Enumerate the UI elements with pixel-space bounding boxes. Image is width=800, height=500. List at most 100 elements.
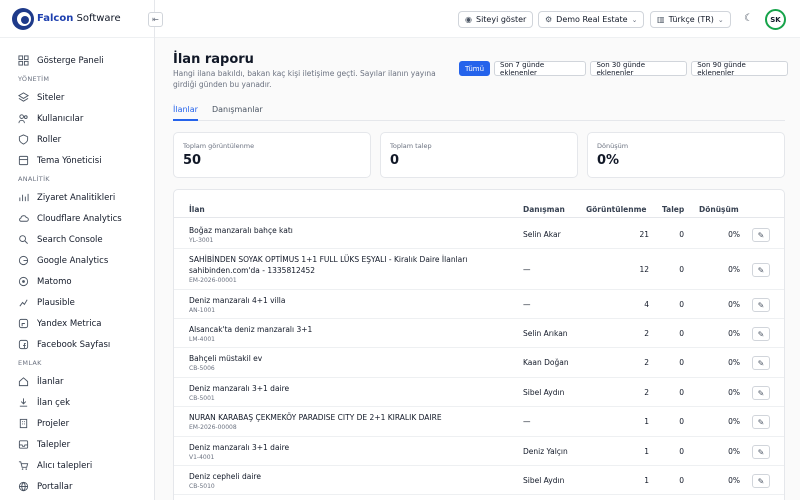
settings-icon: ⚙	[545, 15, 553, 24]
stat-card-views: Toplam görüntülenme 50	[173, 132, 371, 178]
dashboard-icon	[18, 55, 29, 66]
listing-cell[interactable]: Deniz manzaralı 3+1 daire V1-4001	[189, 442, 509, 462]
edit-button[interactable]: ✎	[752, 386, 770, 400]
filter-all-button[interactable]: Tümü	[459, 61, 491, 76]
listing-code: LM-4001	[189, 336, 215, 343]
tab-listings[interactable]: İlanlar	[173, 101, 198, 121]
conversion-cell: 0%	[728, 476, 740, 485]
sidebar-item[interactable]: Facebook Sayfası	[0, 334, 154, 355]
sidebar-item[interactable]: Alıcı talepleri	[0, 455, 154, 476]
listing-cell[interactable]: Deniz manzaralı 3+1 daire CB-5001	[189, 383, 509, 403]
edit-button[interactable]: ✎	[752, 356, 770, 370]
table-row[interactable]: Bahçeli müstakil ev CB-5006 Kaan Doğan 2…	[174, 348, 784, 378]
chevron-down-icon: ⌄	[631, 15, 638, 24]
tab-agents[interactable]: Danışmanlar	[212, 101, 263, 121]
falcon-logo-icon	[12, 7, 34, 30]
table-row[interactable]: SAHİBİNDEN SOYAK OPTİMUS 1+1 FULL LÜKS E…	[174, 249, 784, 290]
yandex-icon	[18, 318, 29, 329]
edit-button[interactable]: ✎	[752, 228, 770, 242]
cloud-icon	[18, 213, 29, 224]
listing-cell[interactable]: NURAN KARABAŞ ÇEKMEKÖY PARADISE CITY DE …	[189, 412, 509, 432]
table-row[interactable]: Alsancak'ta deniz manzaralı 3+1 LM-4001 …	[174, 319, 784, 348]
brand[interactable]: Falcon Software	[0, 0, 154, 38]
table-row[interactable]: NURAN KARABAŞ ÇEKMEKÖY PARADISE CITY DE …	[174, 407, 784, 437]
plausible-icon	[18, 297, 29, 308]
listing-cell[interactable]: Deniz cepheli daire CB-5010	[189, 471, 509, 491]
chevron-down-icon: ⌄	[717, 15, 724, 24]
view-site-button[interactable]: ◉ Siteyi göster	[458, 11, 534, 28]
listing-title: Deniz manzaralı 4+1 villa	[189, 296, 286, 305]
filter-7-days-button[interactable]: Son 7 günde eklenenler	[494, 61, 587, 77]
import-icon	[18, 397, 29, 408]
sidebar-item[interactable]: Yandex Metrica	[0, 313, 154, 334]
home-icon	[18, 376, 29, 387]
sidebar-section-title: YÖNETİM	[18, 75, 50, 83]
stat-value: 0%	[597, 153, 620, 168]
edit-button[interactable]: ✎	[752, 415, 770, 429]
edit-button[interactable]: ✎	[752, 298, 770, 312]
edit-button[interactable]: ✎	[752, 445, 770, 459]
table-row[interactable]: Deniz manzaralı 4+1 villa AN-1001 — 4 0 …	[174, 290, 784, 319]
stat-card-requests: Toplam talep 0	[380, 132, 578, 178]
pencil-icon: ✎	[757, 265, 765, 275]
table-row[interactable]: Boğaz manzaralı bahçe katı YL-3001 Selin…	[174, 220, 784, 249]
topbar: ◉ Siteyi göster ⚙ Demo Real Estate ⌄ ▥ Türkç…	[155, 0, 800, 38]
sidebar-item-label: Roller	[37, 134, 62, 145]
avatar[interactable]: SK	[765, 9, 786, 30]
sidebar-item[interactable]: Kullanıcılar	[0, 108, 154, 129]
language-icon: ▥	[657, 15, 665, 24]
edit-button[interactable]: ✎	[752, 263, 770, 277]
filter-90-days-button[interactable]: Son 90 günde eklenenler	[691, 61, 788, 77]
sidebar-item-label: Plausible	[37, 297, 75, 308]
conversion-cell: 0%	[728, 417, 740, 426]
requests-cell: 0	[679, 329, 684, 338]
language-select[interactable]: ▥ Türkçe (TR) ⌄	[650, 11, 731, 28]
pencil-icon: ✎	[757, 388, 765, 398]
sidebar-item[interactable]: Siteler	[0, 87, 154, 108]
agent-cell: Deniz Yalçın	[523, 447, 568, 456]
sidebar-item[interactable]: İlanlar	[0, 371, 154, 392]
views-cell: 2	[644, 329, 649, 338]
requests-cell: 0	[679, 476, 684, 485]
listing-code: EM-2026-00001	[189, 277, 237, 284]
filter-30-days-button[interactable]: Son 30 günde eklenenler	[590, 61, 688, 77]
collapse-sidebar-button[interactable]: ⇤	[148, 12, 163, 27]
sidebar-item-label: İlanlar	[37, 376, 64, 387]
edit-button[interactable]: ✎	[752, 474, 770, 488]
stat-label: Dönüşüm	[597, 142, 629, 150]
sidebar-item[interactable]: Matomo	[0, 271, 154, 292]
listing-cell[interactable]: Alsancak'ta deniz manzaralı 3+1 LM-4001	[189, 324, 509, 344]
listing-cell[interactable]: Bahçeli müstakil ev CB-5006	[189, 353, 509, 373]
table-row[interactable]: Deniz manzaralı 3+1 daire V1-4001 Deniz …	[174, 437, 784, 466]
listing-cell[interactable]: Deniz manzaralı 4+1 villa AN-1001	[189, 295, 509, 315]
sidebar-item[interactable]: Search Console	[0, 229, 154, 250]
listing-cell[interactable]: Boğaz manzaralı bahçe katı YL-3001	[189, 225, 509, 245]
conversion-cell: 0%	[728, 329, 740, 338]
requests-cell: 0	[679, 358, 684, 367]
organization-select[interactable]: ⚙ Demo Real Estate ⌄	[538, 11, 645, 28]
listing-code: CB-5010	[189, 483, 215, 490]
sidebar-item[interactable]: Google Analytics	[0, 250, 154, 271]
stat-value: 0	[390, 153, 400, 168]
sidebar-item-label: Talepler	[37, 439, 71, 450]
sidebar-item[interactable]: Ziyaret Analitikleri	[0, 187, 154, 208]
sidebar-item[interactable]: Roller	[0, 129, 154, 150]
sidebar-item-label: Siteler	[37, 92, 65, 103]
matomo-icon	[18, 276, 29, 287]
edit-button[interactable]: ✎	[752, 327, 770, 341]
sidebar-item-dashboard[interactable]: Gösterge Paneli	[0, 50, 154, 71]
sidebar-item[interactable]: Tema Yöneticisi	[0, 150, 154, 171]
sidebar-item[interactable]: İlan çek	[0, 392, 154, 413]
table-row[interactable]: Deniz cepheli daire CB-5010 Sibel Aydın …	[174, 466, 784, 495]
moon-icon[interactable]: ☾	[744, 13, 753, 24]
listing-title: Bahçeli müstakil ev	[189, 354, 263, 363]
table-row[interactable]: Deniz manzaralı 3+1 daire CB-5001 Sibel …	[174, 378, 784, 407]
sidebar-item[interactable]: Cloudflare Analytics	[0, 208, 154, 229]
requests-cell: 0	[679, 230, 684, 239]
listing-cell[interactable]: SAHİBİNDEN SOYAK OPTİMUS 1+1 FULL LÜKS E…	[189, 254, 509, 285]
sidebar-item[interactable]: Portallar	[0, 476, 154, 497]
sidebar-item[interactable]: Projeler	[0, 413, 154, 434]
shield-icon	[18, 134, 29, 145]
sidebar-item[interactable]: Plausible	[0, 292, 154, 313]
sidebar-item[interactable]: Talepler	[0, 434, 154, 455]
